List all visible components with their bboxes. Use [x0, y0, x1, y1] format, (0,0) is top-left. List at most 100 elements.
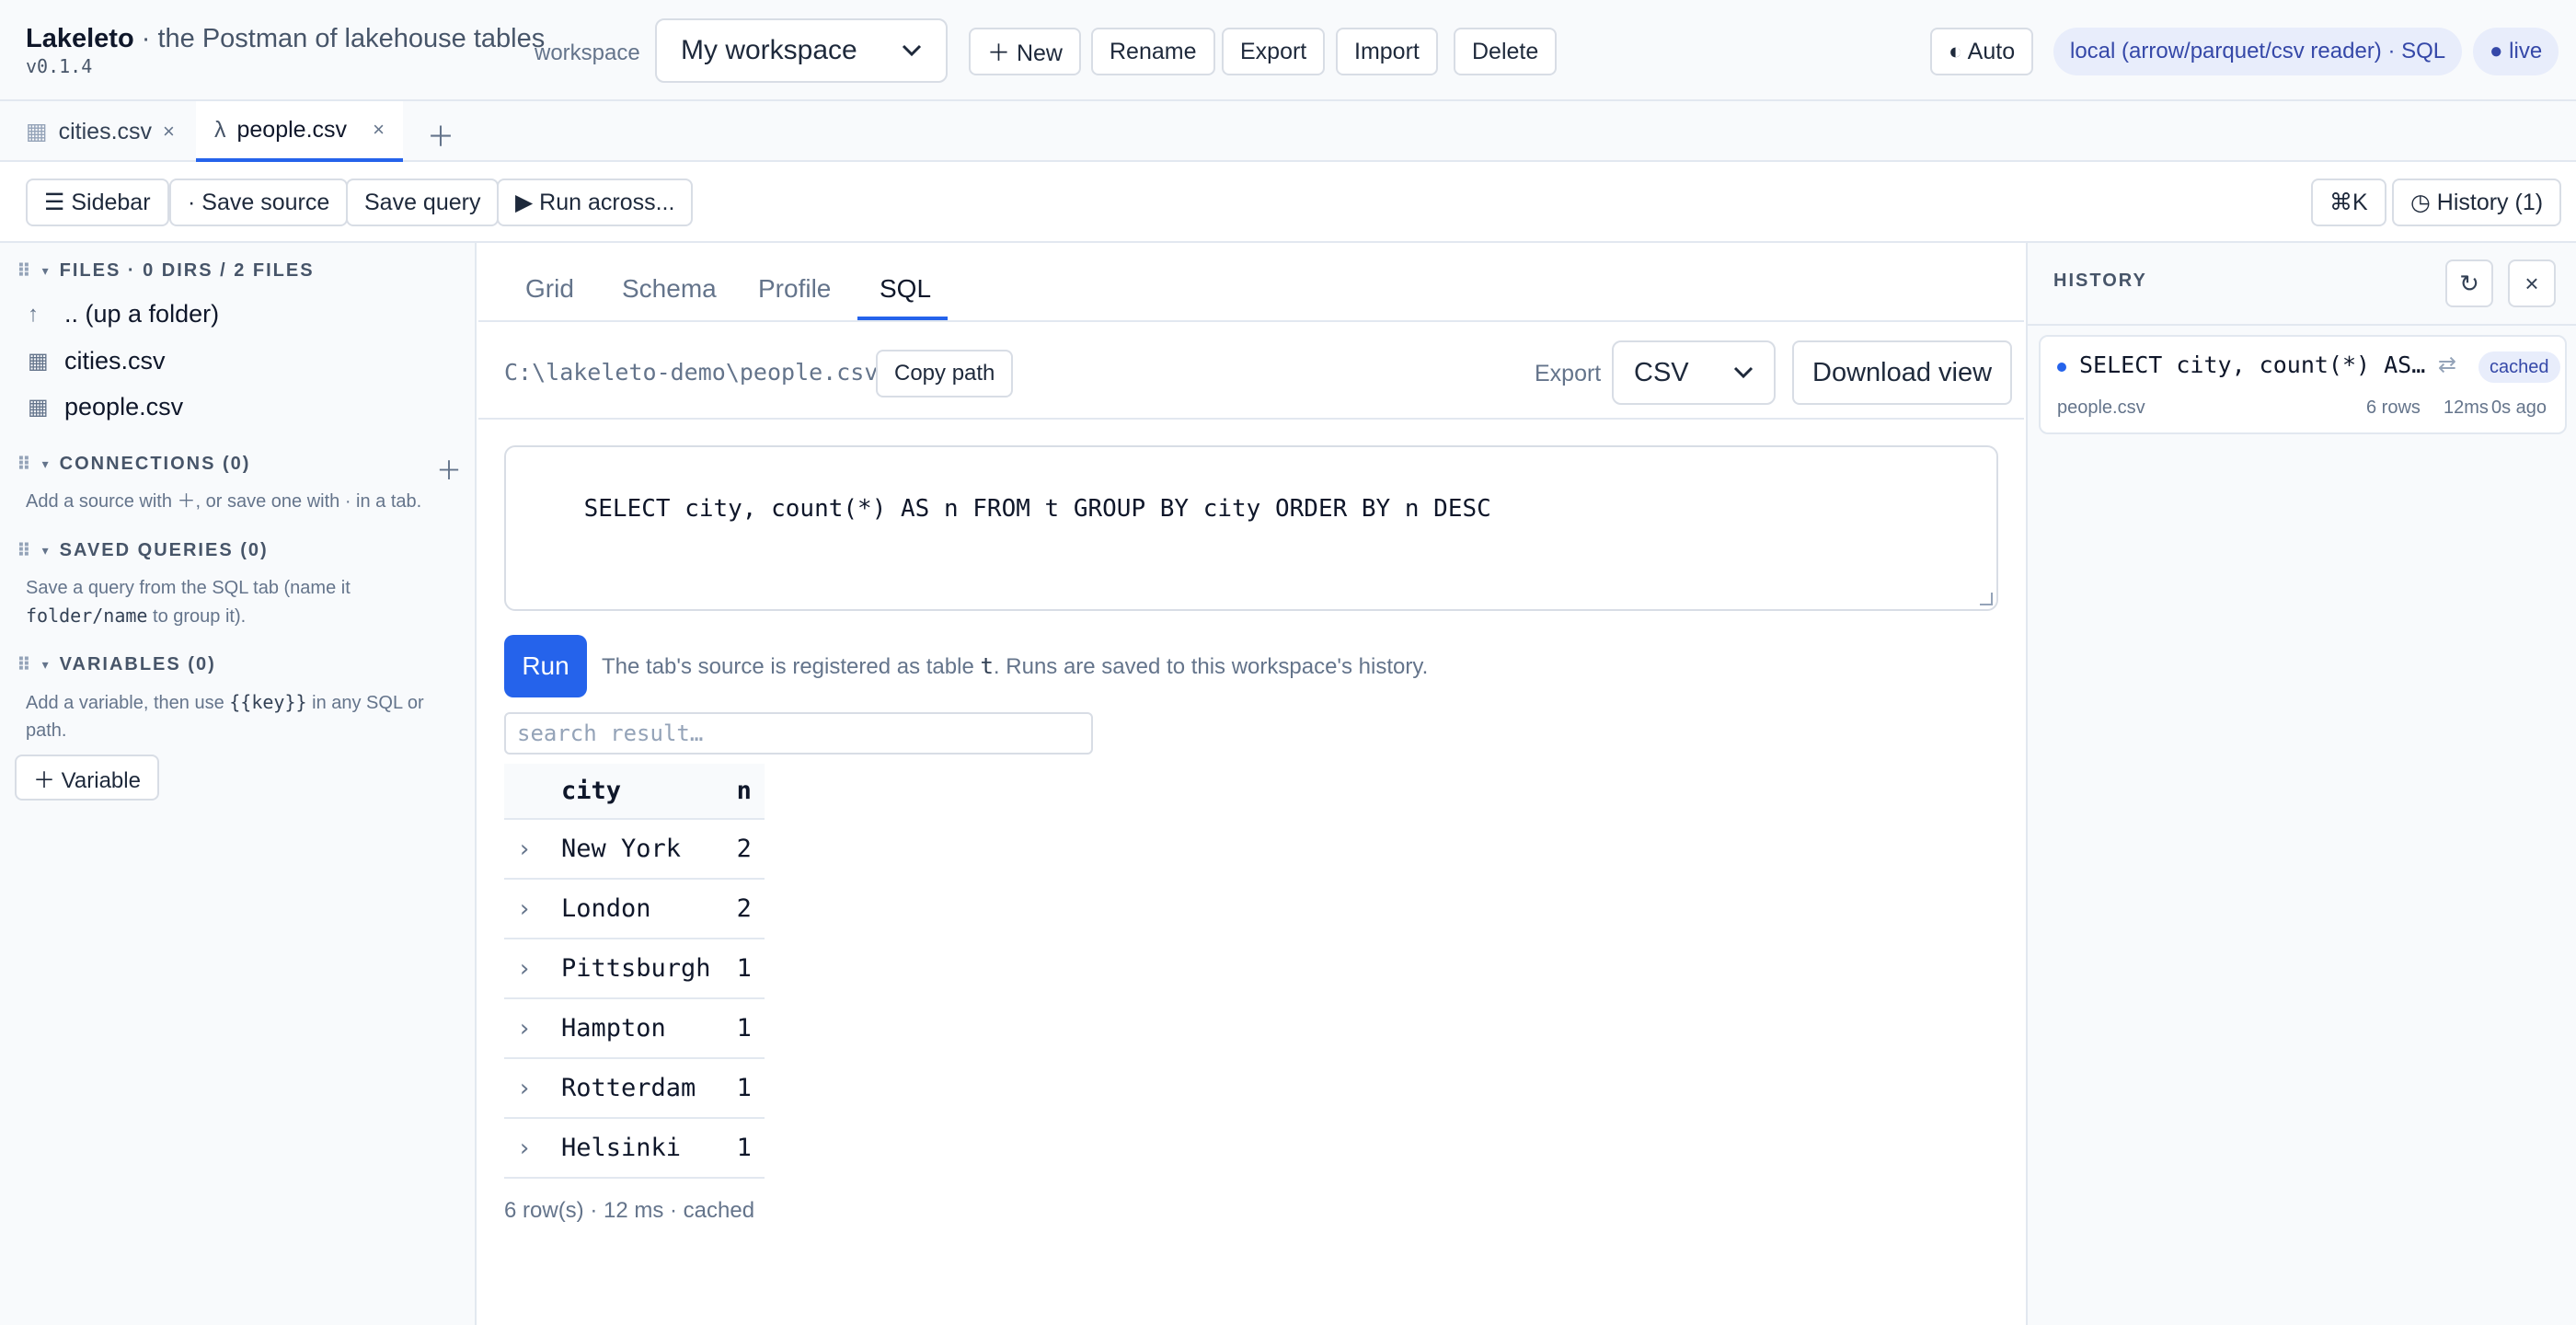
- rename-workspace-button[interactable]: Rename: [1091, 28, 1215, 75]
- file-item-label: cities.csv: [64, 347, 166, 374]
- column-header-n[interactable]: n: [723, 764, 765, 820]
- table-cell-city: Helsinki: [548, 1118, 724, 1179]
- export-workspace-button[interactable]: Export: [1222, 28, 1326, 75]
- file-item-up-folder[interactable]: ↑ .. (up a folder): [28, 300, 219, 328]
- toolbar: ☰ Sidebar · Save source Save query ▶ Run…: [0, 162, 2576, 243]
- file-item-label: .. (up a folder): [64, 300, 220, 328]
- close-icon[interactable]: ×: [373, 118, 385, 142]
- reader-status-pill: local (arrow/parquet/csv reader) · SQL: [2053, 28, 2463, 75]
- table-row[interactable]: › Pittsburgh 1: [504, 939, 765, 999]
- tab-schema[interactable]: Schema: [622, 274, 717, 304]
- swap-icon[interactable]: ⇄: [2438, 351, 2456, 378]
- connections-hint: Add a source with ＋, or save one with · …: [26, 491, 422, 512]
- main-panel: Grid Schema Profile SQL C:\lakeleto-demo…: [478, 243, 2024, 1325]
- add-connection-button[interactable]: ＋: [436, 451, 462, 488]
- result-search-input[interactable]: [504, 712, 1093, 755]
- chevron-right-icon[interactable]: ›: [504, 879, 548, 939]
- sql-editor[interactable]: SELECT city, count(*) AS n FROM t GROUP …: [504, 445, 1998, 611]
- run-note: The tab's source is registered as table …: [602, 653, 1428, 680]
- table-cell-n: 1: [723, 939, 765, 999]
- tab-sql[interactable]: SQL: [880, 274, 931, 304]
- theme-toggle-button[interactable]: ◐ Auto: [1930, 28, 2034, 75]
- copy-path-button[interactable]: Copy path: [876, 350, 1014, 398]
- file-item-cities[interactable]: ▦ cities.csv: [28, 347, 166, 375]
- table-header-row: city n: [504, 764, 765, 820]
- chevron-right-icon[interactable]: ›: [504, 939, 548, 999]
- chevron-right-icon[interactable]: ›: [504, 1118, 548, 1179]
- export-format-label: Export: [1535, 361, 1602, 386]
- toggle-sidebar-button[interactable]: ☰ Sidebar: [26, 179, 169, 226]
- connections-section-header[interactable]: ⠿ ▾ CONNECTIONS (0): [17, 453, 250, 476]
- top-header: Lakeleto · the Postman of lakehouse tabl…: [0, 0, 2576, 101]
- table-cell-city: Rotterdam: [548, 1058, 724, 1119]
- file-tab-cities[interactable]: ▦ cities.csv ×: [7, 101, 191, 162]
- delete-workspace-button[interactable]: Delete: [1454, 28, 1558, 75]
- file-tab-people[interactable]: λ people.csv ×: [196, 101, 403, 162]
- saved-queries-hint: Save a query from the SQL tab (name it f…: [26, 574, 412, 630]
- lambda-icon: λ: [214, 116, 226, 143]
- file-item-people[interactable]: ▦ people.csv: [28, 393, 183, 421]
- chevron-right-icon[interactable]: ›: [504, 1058, 548, 1119]
- run-button[interactable]: Run: [504, 635, 587, 697]
- connections-section-title: CONNECTIONS (0): [59, 454, 251, 474]
- live-status-pill: ● live: [2473, 28, 2559, 75]
- history-toggle-button[interactable]: ◷ History (1): [2392, 179, 2562, 226]
- table-row[interactable]: › Helsinki 1: [504, 1118, 765, 1179]
- drag-handle-icon[interactable]: ⠿: [17, 539, 31, 562]
- table-row[interactable]: › Rotterdam 1: [504, 1058, 765, 1119]
- sidebar: ⠿ ▾ FILES · 0 DIRS / 2 FILES ↑ .. (up a …: [0, 243, 477, 1325]
- table-cell-city: Hampton: [548, 998, 724, 1059]
- new-workspace-button[interactable]: ＋ New: [969, 28, 1081, 75]
- export-format-value: CSV: [1634, 357, 1689, 387]
- sql-editor-text: SELECT city, count(*) AS n FROM t GROUP …: [583, 495, 1491, 523]
- drag-handle-icon[interactable]: ⠿: [17, 259, 31, 282]
- resize-handle-icon[interactable]: [1980, 593, 1993, 605]
- import-workspace-button[interactable]: Import: [1336, 28, 1438, 75]
- table-cell-n: 1: [723, 1118, 765, 1179]
- variables-section-header[interactable]: ⠿ ▾ VARIABLES (0): [17, 653, 216, 676]
- add-variable-button[interactable]: ＋ Variable: [15, 755, 159, 801]
- status-dot-icon: [2057, 363, 2066, 372]
- drag-handle-icon[interactable]: ⠿: [17, 653, 31, 676]
- caret-down-icon: ▾: [41, 456, 49, 471]
- close-icon[interactable]: ×: [2508, 259, 2556, 307]
- run-across-button[interactable]: ▶ Run across...: [497, 179, 694, 226]
- table-cell-n: 2: [723, 879, 765, 939]
- tab-grid[interactable]: Grid: [525, 274, 574, 304]
- variables-section-title: VARIABLES (0): [59, 654, 216, 674]
- files-section-title: FILES · 0 DIRS / 2 FILES: [59, 260, 315, 281]
- hint-text: Save a query from the SQL tab (name it: [26, 578, 351, 598]
- add-tab-button[interactable]: ＋: [427, 114, 454, 155]
- column-header-city[interactable]: city: [548, 764, 724, 820]
- table-row[interactable]: › Hampton 1: [504, 998, 765, 1059]
- download-view-button[interactable]: Download view: [1792, 340, 2013, 405]
- save-query-button[interactable]: Save query: [346, 179, 500, 226]
- note-text: The tab's source is registered as table: [602, 654, 974, 679]
- hint-code: {{key}}: [229, 691, 307, 713]
- table-row[interactable]: › New York 2: [504, 819, 765, 880]
- file-tab-label: people.csv: [236, 116, 348, 143]
- chevron-right-icon[interactable]: ›: [504, 998, 548, 1059]
- history-entry-query: SELECT city, count(*) AS n FROM t GROUP …: [2079, 351, 2429, 378]
- tab-profile[interactable]: Profile: [758, 274, 831, 304]
- table-cell-city: New York: [548, 819, 724, 880]
- note-code: t: [980, 653, 994, 679]
- divider: [478, 320, 2024, 322]
- table-cell-city: London: [548, 879, 724, 939]
- refresh-icon[interactable]: ↻: [2445, 259, 2493, 307]
- file-item-label: people.csv: [64, 393, 184, 421]
- chevron-right-icon[interactable]: ›: [504, 819, 548, 880]
- close-icon[interactable]: ×: [163, 120, 175, 144]
- command-palette-button[interactable]: ⌘K: [2311, 179, 2386, 226]
- history-entry[interactable]: SELECT city, count(*) AS n FROM t GROUP …: [2039, 335, 2567, 434]
- workspace-select[interactable]: My workspace: [655, 18, 948, 83]
- arrow-up-icon: ↑: [28, 301, 39, 327]
- files-section-header[interactable]: ⠿ ▾ FILES · 0 DIRS / 2 FILES: [17, 259, 315, 282]
- saved-queries-section-header[interactable]: ⠿ ▾ SAVED QUERIES (0): [17, 539, 269, 562]
- table-row[interactable]: › London 2: [504, 879, 765, 939]
- export-format-select[interactable]: CSV: [1612, 340, 1776, 405]
- save-source-button[interactable]: · Save source: [169, 179, 349, 226]
- table-icon: ▦: [28, 395, 49, 420]
- drag-handle-icon[interactable]: ⠿: [17, 453, 31, 476]
- history-entry-source: people.csv: [2057, 398, 2145, 418]
